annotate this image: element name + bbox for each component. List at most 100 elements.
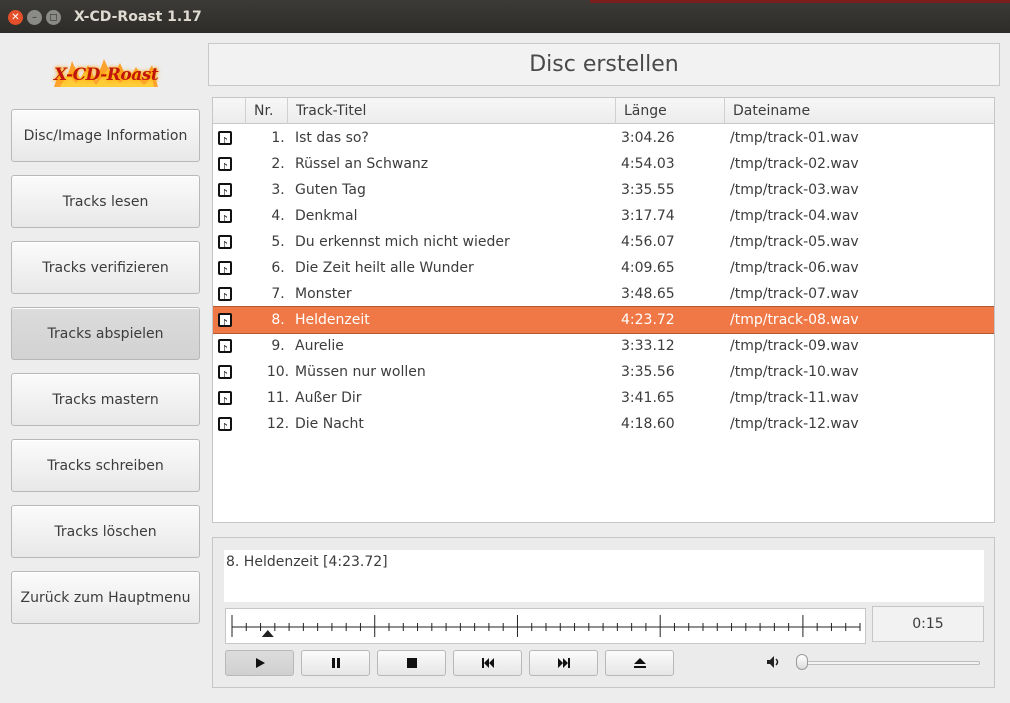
nav-tracks-lesen-button[interactable]: Tracks lesen	[11, 175, 200, 228]
table-row[interactable]: 1.Ist das so?3:04.26/tmp/track-01.wav	[213, 125, 994, 155]
track-length-cell: 3:17.74	[621, 208, 675, 224]
track-length-cell: 3:35.55	[621, 182, 675, 198]
volume-slider[interactable]	[800, 661, 980, 665]
music-file-icon	[218, 389, 232, 415]
track-title-cell: Außer Dir	[295, 390, 362, 406]
track-length-cell: 4:09.65	[621, 260, 675, 276]
music-file-icon	[218, 233, 232, 259]
table-row[interactable]: 12.Die Nacht4:18.60/tmp/track-12.wav	[213, 411, 994, 441]
window-title: X-CD-Roast 1.17	[74, 9, 202, 25]
stop-button[interactable]	[377, 650, 446, 676]
nav-back-to-main-menu-button[interactable]: Zurück zum Hauptmenu	[11, 571, 200, 624]
track-title-cell: Denkmal	[295, 208, 358, 224]
track-length-cell: 3:35.56	[621, 364, 675, 380]
track-file-cell: /tmp/track-06.wav	[730, 260, 859, 276]
nav-tracks-verifizieren-button[interactable]: Tracks verifizieren	[11, 241, 200, 294]
nav-tracks-mastern-button[interactable]: Tracks mastern	[11, 373, 200, 426]
now-playing-display: 8. Heldenzeit [4:23.72]	[224, 550, 984, 602]
column-header-icon[interactable]	[213, 98, 245, 124]
window-minimize-button[interactable]: –	[27, 10, 42, 25]
eject-button[interactable]	[605, 650, 674, 676]
table-row[interactable]: 8.Heldenzeit4:23.72/tmp/track-08.wav	[213, 306, 994, 337]
title-bar: ✕ – ◻ X-CD-Roast 1.17	[0, 0, 1010, 33]
play-button[interactable]	[225, 650, 294, 676]
player-panel: 8. Heldenzeit [4:23.72] 0:15	[212, 537, 995, 688]
title-bar-accent	[590, 0, 1010, 3]
column-header-file[interactable]: Dateiname	[724, 98, 994, 124]
nav-tracks-abspielen-button[interactable]: Tracks abspielen	[11, 307, 200, 360]
window-maximize-button[interactable]: ◻	[46, 10, 61, 25]
now-playing-text: 8. Heldenzeit [4:23.72]	[226, 554, 388, 570]
track-file-cell: /tmp/track-08.wav	[730, 312, 859, 328]
position-slider[interactable]	[225, 608, 866, 644]
nav-disc-image-information-button[interactable]: Disc/Image Information	[11, 109, 200, 162]
previous-track-button[interactable]	[453, 650, 522, 676]
pause-button[interactable]	[301, 650, 370, 676]
track-title-cell: Die Nacht	[295, 416, 364, 432]
music-file-icon	[218, 207, 232, 233]
nav-tracks-schreiben-button[interactable]: Tracks schreiben	[11, 439, 200, 492]
music-file-icon	[218, 181, 232, 207]
music-file-icon	[218, 285, 232, 311]
nav-tracks-loeschen-button[interactable]: Tracks löschen	[11, 505, 200, 558]
track-length-cell: 3:04.26	[621, 130, 675, 146]
main-window: X-CD-Roast Disc/Image Information Tracks…	[0, 33, 1010, 703]
track-length-cell: 4:23.72	[621, 312, 675, 328]
track-table[interactable]: Nr. Track-Titel Länge Dateiname 1.Ist da…	[212, 97, 995, 523]
music-file-icon	[218, 337, 232, 363]
track-file-cell: /tmp/track-03.wav	[730, 182, 859, 198]
track-title-cell: Monster	[295, 286, 352, 302]
position-marker[interactable]	[261, 630, 274, 637]
previous-icon	[481, 658, 494, 668]
eject-icon	[633, 658, 646, 668]
table-row[interactable]: 11.Außer Dir3:41.65/tmp/track-11.wav	[213, 385, 994, 415]
track-title-cell: Rüssel an Schwanz	[295, 156, 429, 172]
track-file-cell: /tmp/track-10.wav	[730, 364, 859, 380]
track-file-cell: /tmp/track-02.wav	[730, 156, 859, 172]
track-length-cell: 3:33.12	[621, 338, 675, 354]
track-length-cell: 3:41.65	[621, 390, 675, 406]
track-file-cell: /tmp/track-11.wav	[730, 390, 859, 406]
table-row[interactable]: 5.Du erkennst mich nicht wieder4:56.07/t…	[213, 229, 994, 259]
table-row[interactable]: 10.Müssen nur wollen3:35.56/tmp/track-10…	[213, 359, 994, 389]
logo-text: X-CD-Roast	[54, 65, 159, 85]
table-row[interactable]: 6.Die Zeit heilt alle Wunder4:09.65/tmp/…	[213, 255, 994, 285]
table-row[interactable]: 7.Monster3:48.65/tmp/track-07.wav	[213, 281, 994, 311]
table-header: Nr. Track-Titel Länge Dateiname	[213, 98, 994, 124]
track-title-cell: Du erkennst mich nicht wieder	[295, 234, 510, 250]
table-row[interactable]: 4.Denkmal3:17.74/tmp/track-04.wav	[213, 203, 994, 233]
music-file-icon	[218, 311, 232, 337]
elapsed-time-text: 0:15	[912, 616, 944, 632]
music-file-icon	[218, 363, 232, 389]
track-length-cell: 4:18.60	[621, 416, 675, 432]
column-header-title[interactable]: Track-Titel	[287, 98, 617, 124]
next-track-button[interactable]	[529, 650, 598, 676]
column-header-length[interactable]: Länge	[615, 98, 724, 124]
track-file-cell: /tmp/track-01.wav	[730, 130, 859, 146]
column-header-nr[interactable]: Nr.	[245, 98, 291, 124]
track-length-cell: 3:48.65	[621, 286, 675, 302]
volume-slider-handle[interactable]	[796, 654, 808, 670]
pause-icon	[331, 658, 340, 668]
track-title-cell: Heldenzeit	[295, 312, 370, 328]
track-file-cell: /tmp/track-05.wav	[730, 234, 859, 250]
stop-icon	[406, 658, 417, 668]
track-title-cell: Aurelie	[295, 338, 344, 354]
track-length-cell: 4:54.03	[621, 156, 675, 172]
track-length-cell: 4:56.07	[621, 234, 675, 250]
window-close-button[interactable]: ✕	[8, 10, 23, 25]
track-title-cell: Müssen nur wollen	[295, 364, 426, 380]
volume-icon	[767, 656, 779, 668]
track-file-cell: /tmp/track-09.wav	[730, 338, 859, 354]
next-icon	[557, 658, 570, 668]
table-row[interactable]: 2.Rüssel an Schwanz4:54.03/tmp/track-02.…	[213, 151, 994, 181]
track-title-cell: Guten Tag	[295, 182, 366, 198]
track-title-cell: Ist das so?	[295, 130, 369, 146]
table-row[interactable]: 3.Guten Tag3:35.55/tmp/track-03.wav	[213, 177, 994, 207]
track-file-cell: /tmp/track-12.wav	[730, 416, 859, 432]
track-file-cell: /tmp/track-04.wav	[730, 208, 859, 224]
music-file-icon	[218, 129, 232, 155]
page-title: Disc erstellen	[208, 43, 1000, 86]
play-icon	[255, 658, 265, 668]
table-row[interactable]: 9.Aurelie3:33.12/tmp/track-09.wav	[213, 333, 994, 363]
